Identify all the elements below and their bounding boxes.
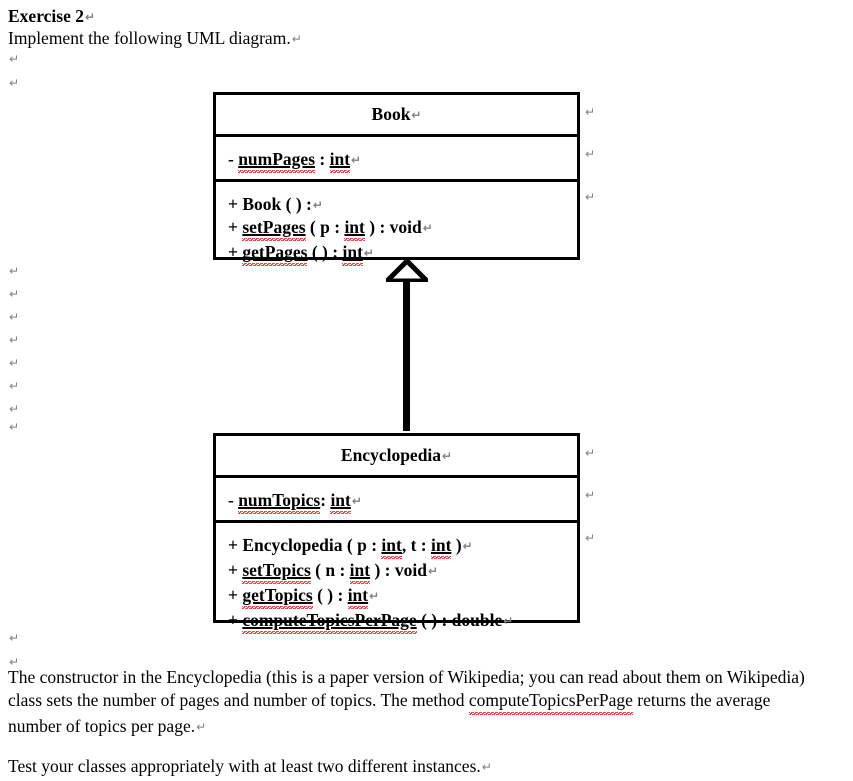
pilcrow-icon: ↵ bbox=[9, 356, 20, 370]
uml-class-box-book: Book↵ - numPages : int↵ + Book ( ) :↵ + s… bbox=[213, 92, 580, 266]
pilcrow-icon: ↵ bbox=[291, 32, 302, 46]
exercise-heading: Exercise 2↵ bbox=[8, 6, 95, 28]
pilcrow-icon: ↵ bbox=[503, 614, 514, 628]
spellcheck-text-run: setPages bbox=[242, 216, 306, 241]
text-run: ( p : bbox=[305, 217, 345, 237]
uml-attributes-compartment-book: - numPages : int↵ bbox=[216, 134, 577, 179]
pilcrow-icon: ↵ bbox=[9, 402, 20, 416]
pilcrow-icon: ↵ bbox=[481, 760, 492, 774]
spellcheck-text-run: numTopics bbox=[238, 489, 321, 514]
uml-visibility-marker: + bbox=[228, 560, 243, 580]
generalization-arrowhead-icon bbox=[380, 257, 434, 284]
pilcrow-icon: ↵ bbox=[9, 333, 20, 347]
pilcrow-icon: ↵ bbox=[9, 76, 20, 90]
text-run: ( ) : double bbox=[416, 610, 503, 630]
uml-member-row: + setTopics ( n : int ) : void↵ bbox=[228, 559, 577, 584]
uml-member-row: + computeTopicsPerPage ( ) : double↵ bbox=[228, 609, 577, 634]
uml-visibility-marker: + bbox=[228, 217, 243, 237]
uml-attributes-compartment-encyclopedia: - numTopics: int↵ bbox=[216, 475, 577, 520]
uml-class-name-text: Encyclopedia bbox=[340, 445, 442, 465]
pilcrow-icon: ↵ bbox=[9, 420, 20, 434]
pilcrow-icon: ↵ bbox=[585, 531, 596, 545]
uml-member-row: + Book ( ) :↵ bbox=[228, 193, 577, 216]
text-run: : bbox=[315, 149, 330, 169]
uml-visibility-marker: + bbox=[228, 194, 243, 214]
pilcrow-icon: ↵ bbox=[9, 287, 20, 301]
uml-member-row: + getTopics ( ) : int↵ bbox=[228, 584, 577, 609]
spellcheck-text-run: getPages bbox=[242, 241, 308, 266]
spellcheck-text-run: int bbox=[329, 148, 351, 173]
uml-visibility-marker: + bbox=[228, 242, 243, 262]
spellcheck-text-run: int bbox=[344, 216, 365, 241]
text-run: ( ) : bbox=[307, 242, 343, 262]
pilcrow-icon: ↵ bbox=[351, 494, 362, 508]
uml-class-name-book: Book↵ bbox=[216, 95, 577, 134]
exercise-heading-text: Exercise 2 bbox=[8, 6, 84, 26]
text-run: ( ) : bbox=[312, 585, 348, 605]
pilcrow-icon: ↵ bbox=[351, 153, 362, 167]
pilcrow-icon: ↵ bbox=[312, 198, 323, 212]
pilcrow-icon: ↵ bbox=[585, 488, 596, 502]
pilcrow-icon: ↵ bbox=[585, 190, 596, 204]
paragraph-constructor-description: The constructor in the Encyclopedia (thi… bbox=[8, 666, 828, 739]
pilcrow-icon: ↵ bbox=[9, 310, 20, 324]
pilcrow-icon: ↵ bbox=[442, 449, 453, 463]
uml-member-row: - numTopics: int↵ bbox=[228, 489, 577, 514]
uml-member-row: + Encyclopedia ( p : int, t : int )↵ bbox=[228, 534, 577, 559]
spellcheck-text-run: int bbox=[347, 584, 369, 609]
uml-visibility-marker: + bbox=[228, 610, 243, 630]
text-run: , t : bbox=[401, 535, 431, 555]
pilcrow-icon: ↵ bbox=[585, 105, 596, 119]
document-page: Exercise 2↵ Implement the following UML … bbox=[0, 0, 853, 781]
pilcrow-icon: ↵ bbox=[422, 221, 433, 235]
instruction-text: Implement the following UML diagram. bbox=[8, 28, 291, 48]
pilcrow-icon: ↵ bbox=[585, 147, 596, 161]
instruction-line: Implement the following UML diagram.↵ bbox=[8, 28, 302, 50]
uml-visibility-marker: - bbox=[228, 490, 239, 510]
text-run: : bbox=[320, 490, 331, 510]
pilcrow-icon: ↵ bbox=[585, 446, 596, 460]
pilcrow-icon: ↵ bbox=[462, 539, 473, 553]
paragraph-testing-text: Test your classes appropriately with at … bbox=[8, 756, 481, 776]
text-run: ( n : bbox=[310, 560, 350, 580]
uml-methods-compartment-book: + Book ( ) :↵ + setPages ( p : int ) : vo… bbox=[216, 179, 577, 266]
text-run: Book ( ) : bbox=[242, 194, 312, 214]
spellcheck-text-run: int bbox=[330, 489, 351, 514]
paragraph-testing-instruction: Test your classes appropriately with at … bbox=[8, 756, 492, 778]
pilcrow-icon: ↵ bbox=[363, 246, 374, 260]
spellcheck-text-run: numPages bbox=[238, 148, 316, 173]
spellcheck-text-run: getTopics bbox=[242, 584, 313, 609]
text-run: ) bbox=[451, 535, 462, 555]
uml-visibility-marker: - bbox=[228, 149, 239, 169]
uml-member-row: - numPages : int↵ bbox=[228, 148, 577, 173]
pilcrow-icon: ↵ bbox=[9, 52, 20, 66]
uml-class-box-encyclopedia: Encyclopedia↵ - numTopics: int↵ + Encycl… bbox=[213, 433, 580, 634]
uml-methods-compartment-encyclopedia: + Encyclopedia ( p : int, t : int )↵ + se… bbox=[216, 520, 577, 634]
pilcrow-icon: ↵ bbox=[427, 564, 439, 578]
spellcheck-text-run: computeTopicsPerPage bbox=[242, 609, 417, 634]
spellcheck-text-run: int bbox=[342, 241, 363, 266]
uml-member-row: + setPages ( p : int ) : void↵ bbox=[228, 216, 577, 241]
text-run: ) : void bbox=[370, 560, 427, 580]
text-run: ) : void bbox=[364, 217, 422, 237]
pilcrow-icon: ↵ bbox=[84, 10, 96, 24]
spellcheck-text-run: int bbox=[381, 534, 402, 559]
uml-visibility-marker: + bbox=[228, 535, 243, 555]
generalization-arrow-shaft bbox=[403, 275, 410, 431]
pilcrow-icon: ↵ bbox=[369, 589, 380, 603]
uml-visibility-marker: + bbox=[228, 585, 243, 605]
pilcrow-icon: ↵ bbox=[9, 379, 20, 393]
pilcrow-icon: ↵ bbox=[9, 264, 20, 278]
spellcheck-text-run: int bbox=[349, 559, 371, 584]
spellcheck-text-run: int bbox=[431, 534, 452, 559]
text-run: Encyclopedia ( p : bbox=[242, 535, 382, 555]
spellcheck-text-run: setTopics bbox=[242, 559, 311, 584]
pilcrow-icon: ↵ bbox=[411, 108, 422, 122]
uml-class-name-encyclopedia: Encyclopedia↵ bbox=[216, 436, 577, 475]
uml-class-name-text: Book bbox=[371, 104, 411, 124]
pilcrow-icon: ↵ bbox=[196, 720, 207, 734]
spellcheck-text-run: computeTopicsPerPage bbox=[468, 689, 633, 715]
pilcrow-icon: ↵ bbox=[9, 631, 20, 645]
